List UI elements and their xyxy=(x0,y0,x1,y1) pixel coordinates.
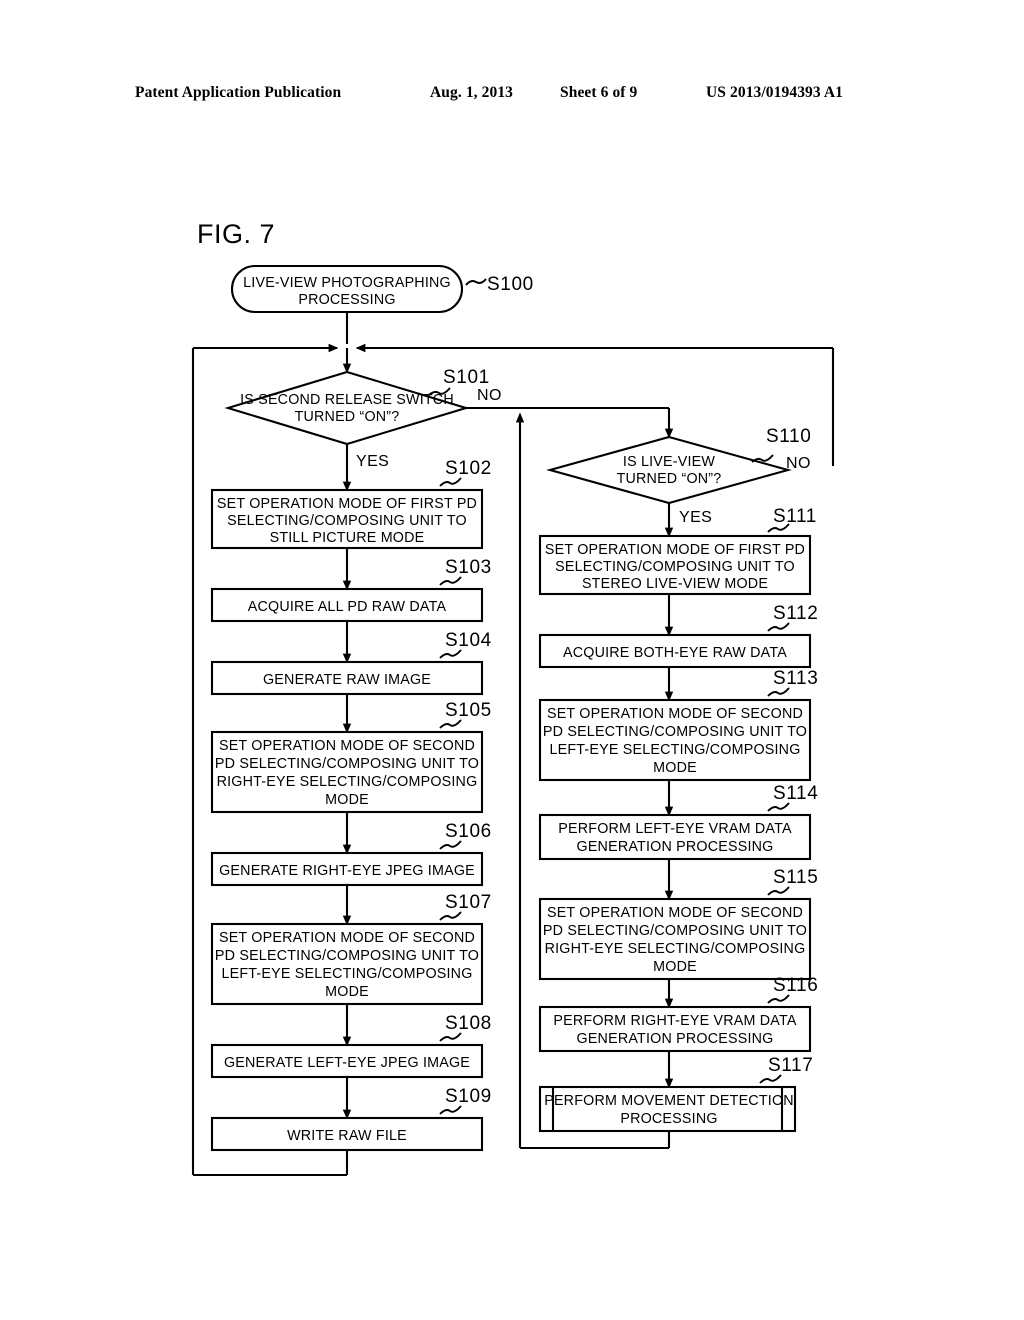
flow-step-label-s101: S101 xyxy=(443,367,490,388)
flow-step-label-s114: S114 xyxy=(773,783,818,804)
flow-node-s112-line-0: ACQUIRE BOTH-EYE RAW DATA xyxy=(563,645,787,661)
flow-step-label-s113: S113 xyxy=(773,668,818,689)
flow-node-s105-line-3: MODE xyxy=(325,792,369,808)
flow-step-label-s105: S105 xyxy=(445,700,492,721)
flow-node-s112: ACQUIRE BOTH-EYE RAW DATA S112 xyxy=(538,603,818,669)
flow-node-s105-line-2: RIGHT-EYE SELECTING/COMPOSING xyxy=(217,774,478,790)
flow-branch-s110-no: NO xyxy=(786,455,811,472)
flow-node-s115-line-0: SET OPERATION MODE OF SECOND xyxy=(547,905,803,921)
flow-node-s107-line-0: SET OPERATION MODE OF SECOND xyxy=(219,930,475,946)
flow-node-s113-line-1: PD SELECTING/COMPOSING UNIT TO xyxy=(543,724,807,740)
flow-node-s104: GENERATE RAW IMAGE S104 xyxy=(210,630,492,696)
flow-node-s111-line-0: SET OPERATION MODE OF FIRST PD xyxy=(545,542,805,558)
flow-node-s100-line-0: LIVE-VIEW PHOTOGRAPHING xyxy=(243,275,451,291)
flow-node-s115-line-3: MODE xyxy=(653,959,697,975)
flow-node-s115-line-1: PD SELECTING/COMPOSING UNIT TO xyxy=(543,923,807,939)
flow-node-s108-line-0: GENERATE LEFT-EYE JPEG IMAGE xyxy=(224,1055,470,1071)
flow-node-s100-line-1: PROCESSING xyxy=(298,292,395,308)
flow-step-label-s102: S102 xyxy=(445,458,492,479)
flow-step-label-s100: S100 xyxy=(487,274,534,295)
flow-step-label-s107: S107 xyxy=(445,892,492,913)
flow-node-s113-line-2: LEFT-EYE SELECTING/COMPOSING xyxy=(549,742,800,758)
flow-step-label-s115: S115 xyxy=(773,867,818,888)
flow-node-s102-line-2: STILL PICTURE MODE xyxy=(270,530,425,546)
flow-node-s114: PERFORM LEFT-EYE VRAM DATA GENERATION PR… xyxy=(538,783,818,861)
flow-step-label-s110: S110 xyxy=(766,426,811,447)
flow-node-s105-line-1: PD SELECTING/COMPOSING UNIT TO xyxy=(215,756,479,772)
flow-node-s109: WRITE RAW FILE S109 xyxy=(210,1086,492,1152)
flow-node-s109-line-0: WRITE RAW FILE xyxy=(287,1128,407,1144)
flow-node-s107-line-2: LEFT-EYE SELECTING/COMPOSING xyxy=(221,966,472,982)
flow-node-s117-line-1: PROCESSING xyxy=(620,1111,717,1127)
flow-node-s114-line-1: GENERATION PROCESSING xyxy=(577,839,774,855)
flow-node-s108: GENERATE LEFT-EYE JPEG IMAGE S108 xyxy=(210,1013,492,1079)
flow-node-s106-line-0: GENERATE RIGHT-EYE JPEG IMAGE xyxy=(219,863,475,879)
flow-node-s107-line-1: PD SELECTING/COMPOSING UNIT TO xyxy=(215,948,479,964)
flow-node-s116-line-0: PERFORM RIGHT-EYE VRAM DATA xyxy=(553,1013,796,1029)
flow-node-s101: IS SECOND RELEASE SWITCH TURNED “ON”? S1… xyxy=(224,367,502,470)
flow-step-label-s111: S111 xyxy=(773,506,817,527)
flow-node-s103: ACQUIRE ALL PD RAW DATA S103 xyxy=(210,557,492,623)
flow-node-s100: LIVE-VIEW PHOTOGRAPHING PROCESSING S100 xyxy=(230,264,534,314)
flow-node-s105: SET OPERATION MODE OF SECOND PD SELECTIN… xyxy=(210,700,492,814)
flow-node-s103-line-0: ACQUIRE ALL PD RAW DATA xyxy=(248,599,447,615)
flow-node-s116: PERFORM RIGHT-EYE VRAM DATA GENERATION P… xyxy=(538,975,818,1053)
flow-node-s117: PERFORM MOVEMENT DETECTION PROCESSING S1… xyxy=(538,1055,813,1133)
flow-node-s111-line-2: STEREO LIVE-VIEW MODE xyxy=(582,576,768,592)
flow-step-label-s112: S112 xyxy=(773,603,818,624)
flow-branch-s110-yes: YES xyxy=(679,509,712,526)
flow-node-s115-line-2: RIGHT-EYE SELECTING/COMPOSING xyxy=(545,941,806,957)
flow-step-label-s103: S103 xyxy=(445,557,492,578)
flow-step-label-s106: S106 xyxy=(445,821,492,842)
flow-step-label-s116: S116 xyxy=(773,975,818,996)
flow-node-s106: GENERATE RIGHT-EYE JPEG IMAGE S106 xyxy=(210,821,492,887)
flow-step-label-s109: S109 xyxy=(445,1086,492,1107)
flow-node-s102-line-0: SET OPERATION MODE OF FIRST PD xyxy=(217,496,477,512)
flow-node-s114-line-0: PERFORM LEFT-EYE VRAM DATA xyxy=(558,821,792,837)
flow-node-s107: SET OPERATION MODE OF SECOND PD SELECTIN… xyxy=(210,892,492,1006)
flow-node-s116-line-1: GENERATION PROCESSING xyxy=(577,1031,774,1047)
flow-branch-s101-yes: YES xyxy=(356,453,389,470)
flow-node-s102: SET OPERATION MODE OF FIRST PD SELECTING… xyxy=(210,458,492,550)
flow-node-s113: SET OPERATION MODE OF SECOND PD SELECTIN… xyxy=(538,668,818,782)
flow-node-s110-line-0: IS LIVE-VIEW xyxy=(623,454,715,470)
flow-node-s102-line-1: SELECTING/COMPOSING UNIT TO xyxy=(227,513,467,529)
flow-node-s117-line-0: PERFORM MOVEMENT DETECTION xyxy=(544,1093,794,1109)
flow-step-label-s108: S108 xyxy=(445,1013,492,1034)
flow-branch-s101-no: NO xyxy=(477,387,502,404)
flow-node-s115: SET OPERATION MODE OF SECOND PD SELECTIN… xyxy=(538,867,818,981)
flowchart-diagram: LIVE-VIEW PHOTOGRAPHING PROCESSING S100 … xyxy=(191,264,835,1177)
flow-node-s101-line-1: TURNED “ON”? xyxy=(295,409,400,425)
flow-node-s104-line-0: GENERATE RAW IMAGE xyxy=(263,672,431,688)
flow-node-s110-line-1: TURNED “ON”? xyxy=(617,471,722,487)
flow-step-label-s117: S117 xyxy=(768,1055,813,1076)
flow-node-s105-line-0: SET OPERATION MODE OF SECOND xyxy=(219,738,475,754)
flow-node-s113-line-3: MODE xyxy=(653,760,697,776)
flow-node-s101-line-0: IS SECOND RELEASE SWITCH xyxy=(240,392,454,408)
flow-node-s107-line-3: MODE xyxy=(325,984,369,1000)
flow-node-s113-line-0: SET OPERATION MODE OF SECOND xyxy=(547,706,803,722)
flow-node-s111-line-1: SELECTING/COMPOSING UNIT TO xyxy=(555,559,795,575)
flow-step-label-s104: S104 xyxy=(445,630,492,651)
